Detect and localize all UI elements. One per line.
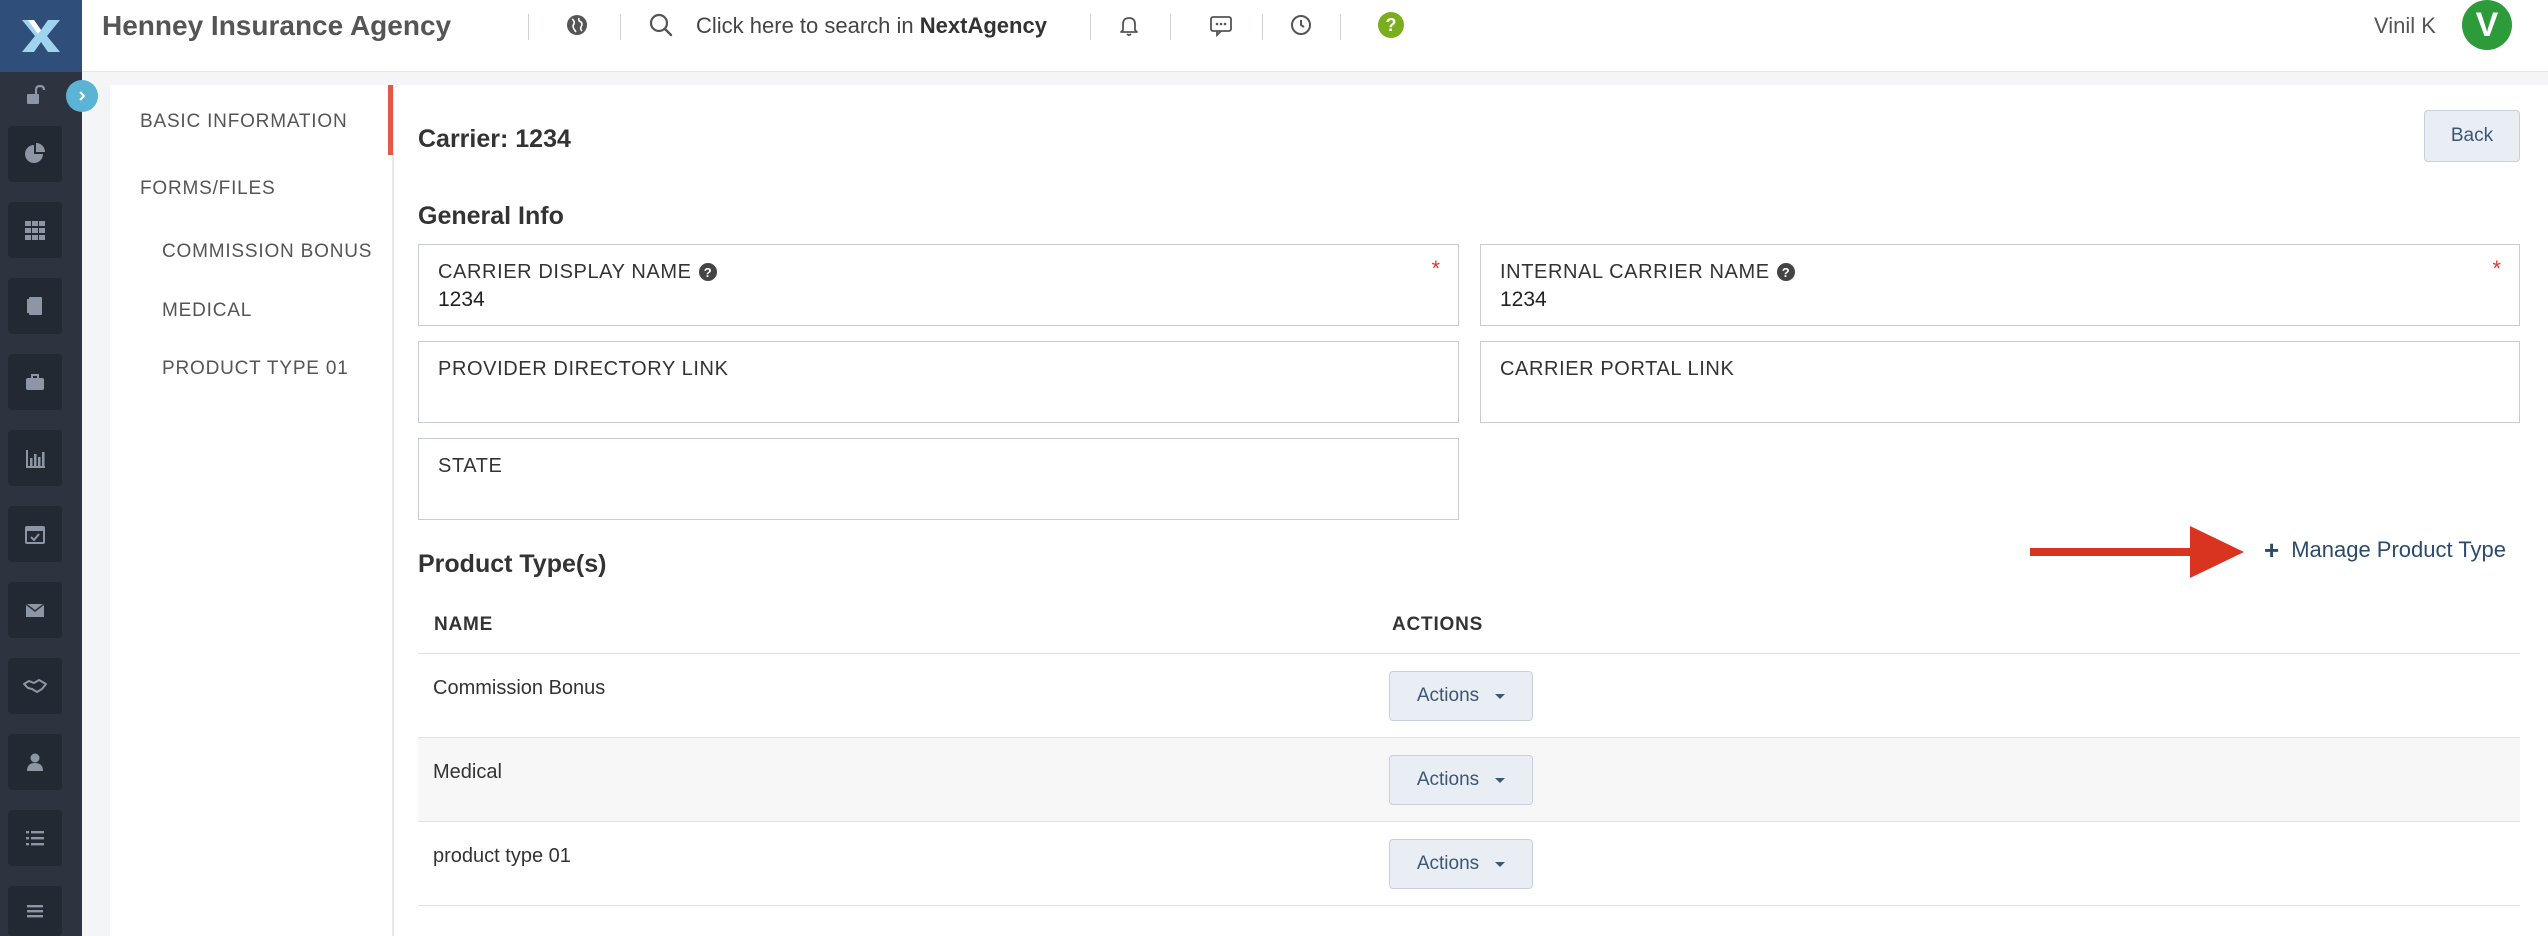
column-header-actions: ACTIONS xyxy=(1392,614,1484,635)
actions-label: Actions xyxy=(1416,685,1480,706)
required-marker: * xyxy=(1431,256,1440,281)
divider xyxy=(620,14,621,40)
divider xyxy=(528,14,529,40)
search-brand: NextAgency xyxy=(919,13,1047,38)
carrier-portal-link-field[interactable]: CARRIER PORTAL LINK xyxy=(1480,341,2520,423)
divider xyxy=(1340,14,1341,40)
actions-dropdown-button[interactable]: Actions xyxy=(1389,839,1533,889)
menu-icon[interactable] xyxy=(8,886,62,936)
globe-icon[interactable] xyxy=(562,10,592,40)
mail-icon[interactable] xyxy=(8,582,62,638)
actions-dropdown-button[interactable]: Actions xyxy=(1389,755,1533,805)
general-info-heading: General Info xyxy=(418,202,564,230)
product-types-heading: Product Type(s) xyxy=(418,550,607,578)
chat-icon[interactable] xyxy=(1206,10,1236,40)
internal-carrier-name-label: INTERNAL CARRIER NAME ? xyxy=(1500,260,1796,284)
carrier-display-name-field[interactable]: CARRIER DISPLAY NAME ? 1234 * xyxy=(418,244,1459,326)
carrier-section-nav xyxy=(110,85,394,936)
actions-label: Actions xyxy=(1416,769,1480,790)
global-search[interactable]: Click here to search in NextAgency xyxy=(696,12,1047,40)
pie-chart-icon[interactable] xyxy=(8,126,62,182)
caret-down-icon xyxy=(1495,693,1506,699)
logo-icon xyxy=(22,20,60,52)
briefcase-icon[interactable] xyxy=(8,354,62,410)
nav-basic-information[interactable]: BASIC INFORMATION xyxy=(140,110,347,134)
book-icon[interactable] xyxy=(8,278,62,334)
actions-dropdown-button[interactable]: Actions xyxy=(1389,671,1533,721)
carrier-portal-link-label: CARRIER PORTAL LINK xyxy=(1500,358,1735,380)
active-nav-indicator xyxy=(388,85,393,155)
question-circle-icon[interactable]: ? xyxy=(698,262,718,282)
help-icon[interactable]: ? xyxy=(1376,10,1406,40)
app-logo[interactable] xyxy=(0,0,82,72)
internal-carrier-name-field[interactable]: INTERNAL CARRIER NAME ? 1234 * xyxy=(1480,244,2520,326)
state-field[interactable]: STATE xyxy=(418,438,1459,520)
chevron-right-icon xyxy=(79,91,86,101)
svg-text:?: ? xyxy=(1386,15,1397,35)
bell-icon[interactable] xyxy=(1114,10,1144,40)
annotation-arrow xyxy=(2030,526,2244,578)
handshake-icon[interactable] xyxy=(8,658,62,714)
product-type-name: Commission Bonus xyxy=(433,677,606,699)
clock-icon[interactable] xyxy=(1286,10,1316,40)
provider-directory-link-label: PROVIDER DIRECTORY LINK xyxy=(438,358,729,380)
nav-forms-files[interactable]: FORMS/FILES xyxy=(140,177,275,201)
table-row: Medical Actions xyxy=(418,738,2520,822)
internal-carrier-name-value: 1234 xyxy=(1500,288,1547,311)
list-icon[interactable] xyxy=(8,810,62,866)
caret-down-icon xyxy=(1495,861,1506,867)
bar-chart-icon[interactable] xyxy=(8,430,62,486)
plus-icon: + xyxy=(2264,535,2280,565)
provider-directory-link-field[interactable]: PROVIDER DIRECTORY LINK xyxy=(418,341,1459,423)
main-sidebar xyxy=(0,72,82,936)
carrier-display-name-value: 1234 xyxy=(438,288,485,311)
grid-icon[interactable] xyxy=(8,202,62,258)
user-name[interactable]: Vinil K xyxy=(2374,12,2436,40)
page-title: Carrier: 1234 xyxy=(418,125,571,153)
required-marker: * xyxy=(2492,256,2501,281)
carrier-display-name-label-text: CARRIER DISPLAY NAME xyxy=(438,261,692,283)
manage-product-type-label: Manage Product Type xyxy=(2291,537,2507,562)
agency-name: Henney Insurance Agency xyxy=(102,10,452,41)
divider xyxy=(1262,14,1263,40)
state-label: STATE xyxy=(438,455,503,477)
svg-text:?: ? xyxy=(1781,265,1790,280)
calendar-check-icon[interactable] xyxy=(8,506,62,562)
user-icon[interactable] xyxy=(8,734,62,790)
product-type-name: Medical xyxy=(433,761,502,783)
table-row: Commission Bonus Actions xyxy=(418,654,2520,738)
search-icon[interactable] xyxy=(646,10,676,40)
avatar[interactable]: V xyxy=(2462,0,2512,50)
divider xyxy=(1090,14,1091,40)
product-type-name: product type 01 xyxy=(433,845,571,867)
internal-carrier-name-label-text: INTERNAL CARRIER NAME xyxy=(1500,261,1770,283)
carrier-display-name-label: CARRIER DISPLAY NAME ? xyxy=(438,260,718,284)
search-prefix: Click here to search in xyxy=(696,13,914,38)
table-header: NAME ACTIONS xyxy=(418,596,2520,654)
back-button[interactable]: Back xyxy=(2424,110,2520,162)
sidebar-expand-button[interactable] xyxy=(66,80,98,112)
svg-text:?: ? xyxy=(703,265,712,280)
question-circle-icon[interactable]: ? xyxy=(1776,262,1796,282)
divider xyxy=(1170,14,1171,40)
column-header-name: NAME xyxy=(434,614,494,635)
top-bar: Henney Insurance Agency Click here to se… xyxy=(0,0,2548,72)
nav-medical[interactable]: MEDICAL xyxy=(162,299,252,323)
caret-down-icon xyxy=(1495,777,1506,783)
actions-label: Actions xyxy=(1416,853,1480,874)
unlock-icon[interactable] xyxy=(8,72,62,118)
table-row: product type 01 Actions xyxy=(418,822,2520,906)
nav-commission-bonus[interactable]: COMMISSION BONUS xyxy=(162,240,372,264)
nav-product-type-01[interactable]: PRODUCT TYPE 01 xyxy=(162,357,349,381)
manage-product-type-link[interactable]: + Manage Product Type xyxy=(2264,536,2506,564)
